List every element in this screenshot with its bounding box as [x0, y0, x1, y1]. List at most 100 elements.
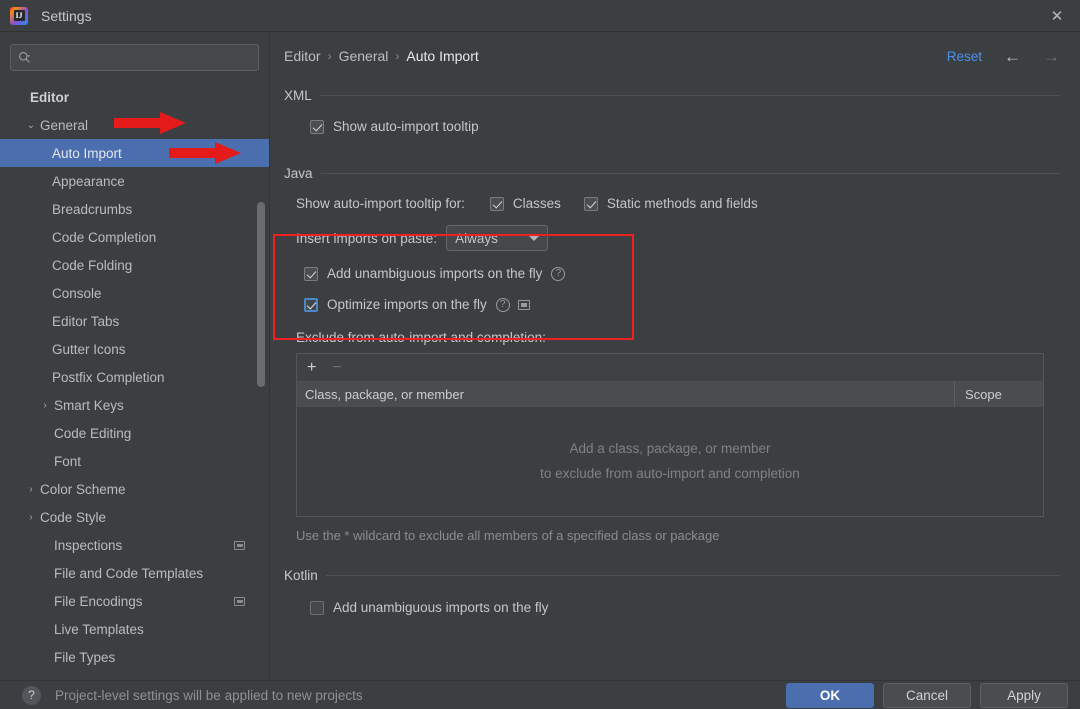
exclude-table-empty-state: Add a class, package, or member to exclu…	[297, 408, 1043, 516]
sidebar-item-code-completion[interactable]: Code Completion	[0, 223, 269, 251]
intellij-idea-icon: IJ	[10, 6, 28, 25]
help-icon[interactable]: ?	[551, 266, 566, 281]
chevron-right-icon[interactable]: ›	[24, 512, 38, 523]
sidebar-item-label: Gutter Icons	[52, 341, 126, 357]
checkbox-show-auto-import-tooltip[interactable]	[310, 119, 324, 134]
checkbox-add-unambiguous-imports-java[interactable]	[304, 266, 318, 281]
sidebar-item-label: Editor Tabs	[52, 313, 120, 329]
chevron-down-icon[interactable]: ⌄	[24, 120, 38, 131]
checkbox-label: Optimize imports on the fly	[327, 297, 487, 312]
xml-show-tooltip-row[interactable]: Show auto-import tooltip	[310, 119, 1060, 134]
optimize-imports-row[interactable]: Optimize imports on the fly ?	[304, 297, 1060, 312]
breadcrumb-editor[interactable]: Editor	[284, 48, 321, 64]
sidebar-item-code-editing[interactable]: › Code Editing	[0, 419, 269, 447]
sidebar-item-file-and-code-templates[interactable]: › File and Code Templates	[0, 559, 269, 587]
back-arrow-icon[interactable]: ←	[1004, 48, 1021, 65]
sidebar-item-file-encodings[interactable]: › File Encodings	[0, 587, 269, 615]
label-insert-imports-on-paste: Insert imports on paste:	[296, 230, 438, 246]
sidebar-item-console[interactable]: Console	[0, 279, 269, 307]
checkbox-label: Static methods and fields	[606, 196, 758, 211]
exclude-table-header: Class, package, or member Scope	[297, 382, 1043, 408]
sidebar-item-label: Postfix Completion	[52, 369, 165, 385]
sidebar-scrollbar-thumb[interactable]	[257, 202, 265, 387]
search-icon	[18, 51, 31, 64]
sidebar-item-label: Code Folding	[52, 257, 133, 273]
sidebar-item-code-style[interactable]: › Code Style	[0, 503, 269, 531]
checkbox-optimize-imports-on-the-fly[interactable]	[304, 297, 318, 312]
sidebar-item-font[interactable]: › Font	[0, 447, 269, 475]
chevron-placeholder-icon: ›	[38, 428, 52, 439]
section-header-kotlin: Kotlin	[284, 568, 1060, 583]
checkbox-classes[interactable]	[489, 196, 504, 211]
breadcrumb-separator-icon: ›	[395, 49, 400, 63]
breadcrumb-general[interactable]: General	[339, 48, 389, 64]
sidebar-item-label: General	[40, 117, 89, 133]
sidebar-item-label: File Encodings	[54, 593, 143, 609]
sidebar-item-label: Inspections	[54, 537, 123, 553]
checkbox-label: Show auto-import tooltip	[333, 119, 479, 134]
sidebar-item-inspections[interactable]: › Inspections	[0, 531, 269, 559]
column-header-scope[interactable]: Scope	[955, 382, 1043, 407]
sidebar-item-appearance[interactable]: Appearance	[0, 167, 269, 195]
breadcrumb-auto-import: Auto Import	[406, 48, 479, 64]
window-title: Settings	[41, 7, 92, 24]
remove-button: −	[332, 358, 342, 376]
project-level-badge-icon	[517, 299, 530, 310]
kotlin-add-unambiguous-row[interactable]: Add unambiguous imports on the fly	[310, 600, 1060, 615]
sidebar-item-label: Console	[52, 285, 102, 301]
sidebar-item-breadcrumbs[interactable]: Breadcrumbs	[0, 195, 269, 223]
search-input[interactable]	[31, 50, 251, 65]
chevron-placeholder-icon: ›	[38, 596, 52, 607]
sidebar-item-file-types[interactable]: › File Types	[0, 643, 269, 671]
sidebar-item-editor[interactable]: › Editor	[0, 83, 269, 111]
sidebar-item-color-scheme[interactable]: › Color Scheme	[0, 475, 269, 503]
empty-state-line-1: Add a class, package, or member	[569, 441, 771, 457]
breadcrumb: Editor › General › Auto Import Reset ← →	[284, 32, 1060, 72]
sidebar-item-smart-keys[interactable]: › Smart Keys	[0, 391, 269, 419]
column-header-class-package-member[interactable]: Class, package, or member	[297, 382, 955, 407]
insert-imports-on-paste-row: Insert imports on paste: Always	[296, 225, 1060, 251]
chevron-placeholder-icon: ›	[38, 540, 52, 551]
help-icon[interactable]: ?	[495, 297, 510, 312]
sidebar-item-label: Breadcrumbs	[52, 201, 133, 217]
chevron-down-icon	[529, 235, 540, 241]
sidebar-item-postfix-completion[interactable]: Postfix Completion	[0, 363, 269, 391]
close-icon[interactable]: ✕	[1034, 0, 1080, 32]
label-exclude-from-auto-import: Exclude from auto-import and completion:	[296, 330, 546, 345]
insert-imports-on-paste-dropdown[interactable]: Always	[446, 225, 549, 251]
sidebar-item-general[interactable]: ⌄ General	[0, 111, 269, 139]
checkbox-add-unambiguous-imports-kotlin[interactable]	[310, 600, 324, 615]
sidebar-item-editor-tabs[interactable]: Editor Tabs	[0, 307, 269, 335]
add-button[interactable]: +	[307, 359, 316, 376]
sidebar-item-label: Code Completion	[52, 229, 157, 245]
section-divider	[325, 575, 1060, 577]
ok-button[interactable]: OK	[786, 682, 874, 708]
sidebar-item-label: File Types	[54, 649, 116, 665]
reset-link[interactable]: Reset	[947, 49, 982, 64]
help-icon[interactable]: ?	[22, 685, 41, 705]
search-box[interactable]	[10, 44, 259, 71]
sidebar-item-gutter-icons[interactable]: Gutter Icons	[0, 335, 269, 363]
sidebar-item-label: Live Templates	[54, 621, 144, 637]
exclude-table-toolbar: + −	[297, 354, 1043, 382]
sidebar-item-label: Editor	[30, 89, 69, 105]
settings-tree: › Editor ⌄ General Auto Import Appearanc…	[0, 81, 269, 671]
label-show-tooltip-for: Show auto-import tooltip for:	[296, 196, 465, 211]
footer-note: Project-level settings will be applied t…	[55, 687, 363, 703]
apply-button[interactable]: Apply	[980, 682, 1068, 708]
section-divider	[319, 95, 1060, 96]
add-unambiguous-imports-row[interactable]: Add unambiguous imports on the fly ?	[304, 266, 1060, 281]
sidebar-item-auto-import[interactable]: Auto Import	[0, 139, 269, 167]
sidebar-item-label: Code Editing	[54, 425, 132, 441]
sidebar-item-live-templates[interactable]: › Live Templates	[0, 615, 269, 643]
sidebar-item-code-folding[interactable]: Code Folding	[0, 251, 269, 279]
checkbox-static-methods-and-fields[interactable]	[583, 196, 598, 211]
exclude-table: + − Class, package, or member Scope Add …	[296, 353, 1044, 517]
sidebar-item-label: Font	[54, 453, 82, 469]
chevron-right-icon[interactable]: ›	[24, 484, 38, 495]
section-divider	[320, 173, 1060, 174]
cancel-button[interactable]: Cancel	[883, 682, 971, 708]
settings-main-panel: Editor › General › Auto Import Reset ← →…	[270, 32, 1080, 680]
chevron-right-icon[interactable]: ›	[38, 400, 52, 411]
sidebar-item-label: File and Code Templates	[54, 565, 204, 581]
